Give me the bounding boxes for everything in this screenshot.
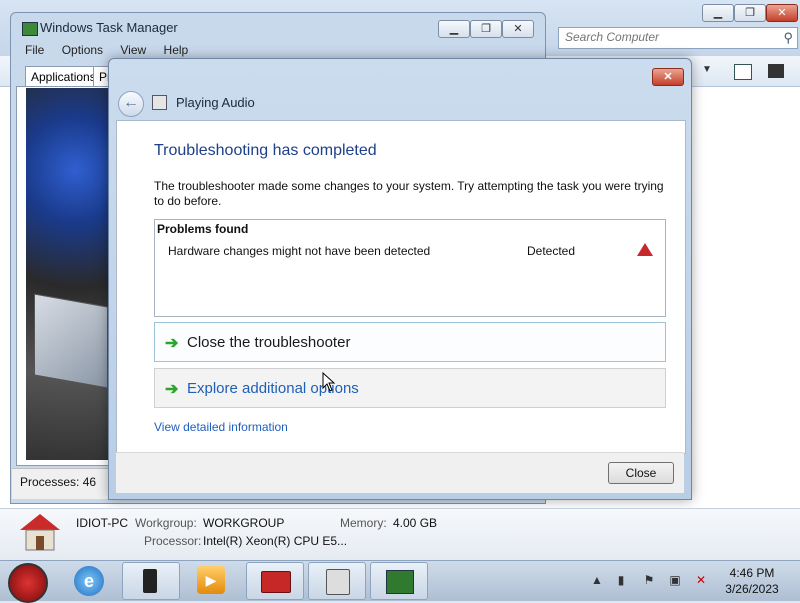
internet-explorer-icon[interactable]: e xyxy=(74,566,104,596)
task-manager-title: Windows Task Manager xyxy=(40,20,178,35)
explorer-maximize-button[interactable]: ❐ xyxy=(734,4,766,22)
troubleshooter-taskbar-icon xyxy=(326,569,350,595)
description-text: The troubleshooter made some changes to … xyxy=(154,179,664,208)
memory-value: 4.00 GB xyxy=(393,516,438,530)
start-button[interactable] xyxy=(8,563,48,603)
wallpaper-image xyxy=(26,88,108,460)
page-title: Troubleshooting has completed xyxy=(154,142,377,159)
dialog-footer xyxy=(116,452,684,493)
toolbox-icon xyxy=(261,571,291,593)
option-label: Close the troubleshooter xyxy=(187,334,351,351)
processes-count: Processes: 46 xyxy=(20,475,97,489)
clock-date: 3/26/2023 xyxy=(725,582,779,596)
chevron-down-icon[interactable]: ▼ xyxy=(702,64,712,75)
volume-muted-icon[interactable]: ✕ xyxy=(694,573,708,587)
action-center-flag-icon[interactable]: ⚑ xyxy=(642,573,656,587)
laptop-image xyxy=(34,293,108,389)
search-box[interactable]: ⚲ xyxy=(558,27,798,49)
explorer-minimize-button[interactable]: ▁ xyxy=(702,4,734,22)
green-arrow-icon: ➔ xyxy=(165,335,179,352)
computer-house-icon xyxy=(20,514,60,551)
taskbar-button-troubleshooter[interactable] xyxy=(308,562,366,600)
explorer-close-button[interactable]: ✕ xyxy=(766,4,798,22)
menu-view[interactable]: View xyxy=(120,43,146,57)
close-button[interactable]: Close xyxy=(608,462,674,484)
task-manager-menu: File Options View Help xyxy=(25,43,202,57)
network-icon[interactable]: ▣ xyxy=(668,573,682,587)
problem-item-text: Hardware changes might not have been det… xyxy=(168,244,431,258)
view-details-link[interactable]: View detailed information xyxy=(154,420,288,434)
dialog-close-button[interactable]: ✕ xyxy=(652,68,684,86)
problem-item-status: Detected xyxy=(527,244,576,258)
problems-header: Problems found xyxy=(157,222,249,236)
task-manager-taskbar-icon xyxy=(386,570,414,594)
taskbar-button-task-manager[interactable] xyxy=(370,562,428,600)
explore-options-option[interactable]: ➔ Explore additional options xyxy=(154,368,666,408)
close-troubleshooter-option[interactable]: ➔ Close the troubleshooter xyxy=(154,322,666,362)
processor-label: Processor: xyxy=(144,534,202,548)
tm-maximize-button[interactable]: ❐ xyxy=(470,20,502,38)
processor-value: Intel(R) Xeon(R) CPU E5... xyxy=(203,534,348,548)
menu-options[interactable]: Options xyxy=(62,43,103,57)
tm-minimize-button[interactable]: ▁ xyxy=(438,20,470,38)
media-player-icon[interactable]: ▶ xyxy=(197,566,225,594)
computer-name: IDIOT-PC xyxy=(76,516,129,530)
menu-help[interactable]: Help xyxy=(164,43,189,57)
search-input[interactable] xyxy=(559,28,771,46)
taskbar-button-toolbox[interactable] xyxy=(246,562,304,600)
show-hidden-icons[interactable]: ▲ xyxy=(590,573,604,587)
device-icon[interactable]: ▮ xyxy=(614,573,628,587)
tab-applications[interactable]: Applications xyxy=(25,66,102,87)
workgroup-label: Workgroup: xyxy=(135,516,197,530)
search-icon[interactable]: ⚲ xyxy=(783,30,793,46)
clock[interactable]: 4:46 PM 3/26/2023 xyxy=(712,565,792,597)
memory-label: Memory: xyxy=(340,516,387,530)
workgroup-value: WORKGROUP xyxy=(203,516,285,530)
troubleshooter-icon xyxy=(152,95,167,110)
dialog-title: Playing Audio xyxy=(176,95,255,110)
layout-icon[interactable] xyxy=(768,64,784,78)
warning-icon xyxy=(637,243,653,256)
task-manager-icon xyxy=(22,22,38,36)
back-arrow-icon[interactable]: ← xyxy=(118,91,144,117)
tm-close-button[interactable]: ✕ xyxy=(502,20,534,38)
green-arrow-icon: ➔ xyxy=(165,381,179,398)
menu-file[interactable]: File xyxy=(25,43,44,57)
mouse-cursor-icon xyxy=(322,372,336,392)
taskbar-button-media[interactable] xyxy=(122,562,180,600)
media-device-icon xyxy=(143,569,157,593)
preview-pane-icon[interactable] xyxy=(734,64,752,80)
clock-time: 4:46 PM xyxy=(729,566,775,580)
